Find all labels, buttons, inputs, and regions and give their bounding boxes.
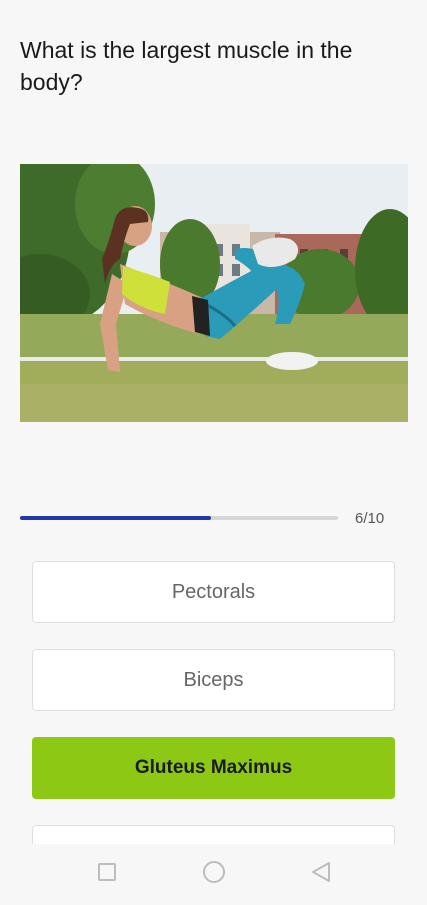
system-navigation-bar: [0, 844, 427, 900]
recents-icon[interactable]: [80, 844, 136, 900]
progress-bar: [20, 516, 338, 520]
home-icon[interactable]: [186, 844, 242, 900]
progress-bar-fill: [20, 516, 211, 520]
back-icon[interactable]: [293, 844, 349, 900]
progress-counter: 6/10: [355, 510, 385, 527]
answer-option-pectorals[interactable]: Pectorals: [32, 561, 395, 623]
answer-option-gluteus-maximus[interactable]: Gluteus Maximus: [32, 737, 395, 799]
question-text: What is the largest muscle in the body?: [20, 37, 353, 95]
answer-option-biceps[interactable]: Biceps: [32, 649, 395, 711]
answer-option-next-partial[interactable]: [32, 825, 395, 845]
exercise-photo: [20, 164, 408, 422]
